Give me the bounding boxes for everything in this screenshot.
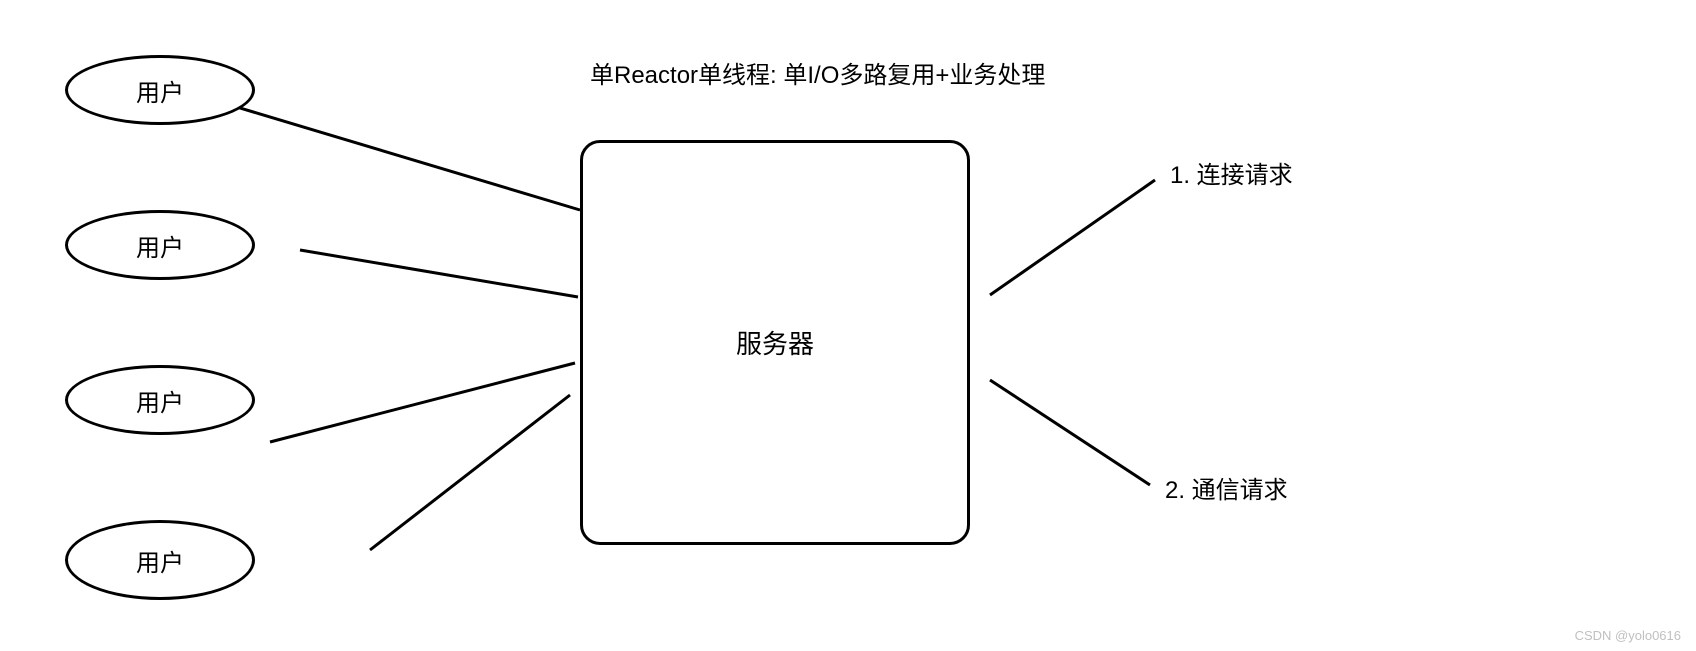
- diagram-title: 单Reactor单线程: 单I/O多路复用+业务处理: [590, 55, 1045, 90]
- user-label: 用户: [136, 73, 184, 108]
- user-label: 用户: [136, 228, 184, 263]
- user-node-2: 用户: [65, 210, 255, 280]
- watermark: CSDN @yolo0616: [1575, 628, 1681, 643]
- server-label: 服务器: [736, 324, 814, 361]
- server-node: 服务器: [580, 140, 970, 545]
- annotation-comm-request: 2. 通信请求: [1165, 470, 1288, 505]
- user-label: 用户: [136, 543, 184, 578]
- user-label: 用户: [136, 383, 184, 418]
- user-node-4: 用户: [65, 520, 255, 600]
- user-node-3: 用户: [65, 365, 255, 435]
- user-node-1: 用户: [65, 55, 255, 125]
- annotation-connect-request: 1. 连接请求: [1170, 155, 1293, 190]
